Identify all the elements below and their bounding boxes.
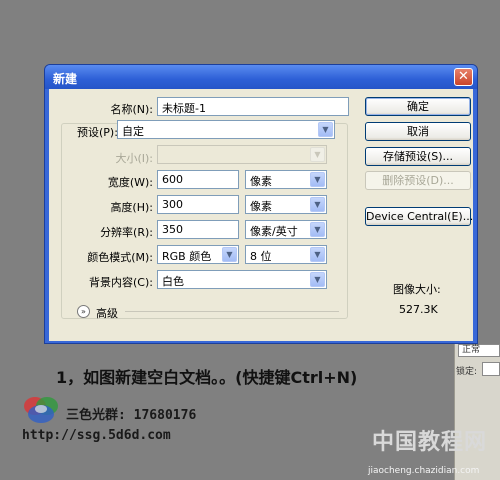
advanced-divider [125, 311, 339, 312]
chevron-down-icon: ▼ [310, 197, 325, 212]
background-select[interactable]: 白色 ▼ [157, 270, 327, 289]
height-unit-select[interactable]: 像素 ▼ [245, 195, 327, 214]
dialog-titlebar[interactable]: 新建 ✕ [45, 65, 477, 89]
cancel-button[interactable]: 取消 [365, 122, 471, 141]
new-document-dialog: 新建 ✕ 名称(N): 未标题-1 预设(P): 自定 ▼ 大小(I): ▼ 宽… [44, 64, 478, 344]
color-mode-value: RGB 颜色 [162, 250, 212, 263]
site-url: http://ssg.5d6d.com [22, 428, 171, 443]
height-unit-value: 像素 [250, 200, 272, 213]
width-unit-value: 像素 [250, 175, 272, 188]
preset-value: 自定 [122, 125, 144, 138]
chevron-down-icon: ▼ [318, 122, 333, 137]
dialog-body: 名称(N): 未标题-1 预设(P): 自定 ▼ 大小(I): ▼ 宽度(W):… [49, 89, 473, 341]
width-label: 宽度(W): [107, 176, 153, 189]
chevron-down-icon: ▼ [310, 147, 325, 162]
bit-depth-select[interactable]: 8 位 ▼ [245, 245, 327, 264]
tricolor-logo-icon [24, 397, 58, 423]
blend-mode-field[interactable]: 正常 [458, 344, 500, 357]
delete-preset-button: 删除预设(D)... [365, 171, 471, 190]
background-value: 白色 [162, 275, 184, 288]
bit-depth-value: 8 位 [250, 250, 272, 263]
color-mode-label: 颜色模式(M): [87, 251, 153, 264]
watermark-en: jiaocheng.chazidian.com [368, 466, 480, 476]
preset-label: 预设(P): [77, 124, 118, 140]
advanced-label: 高级 [96, 307, 118, 320]
resolution-unit-value: 像素/英寸 [250, 225, 298, 238]
advanced-toggle-icon[interactable]: » [77, 305, 90, 318]
resolution-unit-select[interactable]: 像素/英寸 ▼ [245, 220, 327, 239]
chevron-down-icon: ▼ [310, 272, 325, 287]
dialog-title: 新建 [53, 72, 78, 86]
watermark-cn: 中国教程网 [372, 429, 488, 455]
ok-button[interactable]: 确定 [365, 97, 471, 116]
lock-box[interactable] [482, 362, 500, 376]
resolution-label: 分辨率(R): [100, 226, 153, 239]
size-select: ▼ [157, 145, 327, 164]
height-input[interactable]: 300 [157, 195, 239, 214]
image-size-value: 527.3K [399, 303, 438, 316]
size-label: 大小(I): [115, 152, 153, 165]
chevron-down-icon: ▼ [222, 247, 237, 262]
chevron-down-icon: ▼ [310, 222, 325, 237]
background-label: 背景内容(C): [89, 276, 153, 289]
height-label: 高度(H): [110, 201, 153, 214]
group-info: 三色光群: 17680176 [66, 408, 197, 423]
width-input[interactable]: 600 [157, 170, 239, 189]
color-mode-select[interactable]: RGB 颜色 ▼ [157, 245, 239, 264]
name-label: 名称(N): [110, 103, 153, 116]
device-central-button[interactable]: Device Central(E)... [365, 207, 473, 226]
chevron-down-icon: ▼ [310, 247, 325, 262]
save-preset-button[interactable]: 存储预设(S)... [365, 147, 471, 166]
chevron-down-icon: ▼ [310, 172, 325, 187]
width-unit-select[interactable]: 像素 ▼ [245, 170, 327, 189]
name-input[interactable]: 未标题-1 [157, 97, 349, 116]
tutorial-caption: 1，如图新建空白文档。。(快捷键Ctrl+N) [56, 368, 358, 387]
resolution-input[interactable]: 350 [157, 220, 239, 239]
preset-select[interactable]: 自定 ▼ [117, 120, 335, 139]
image-size-label: 图像大小: [393, 283, 441, 296]
lock-label: 锁定: [456, 367, 478, 377]
close-icon[interactable]: ✕ [454, 68, 473, 86]
